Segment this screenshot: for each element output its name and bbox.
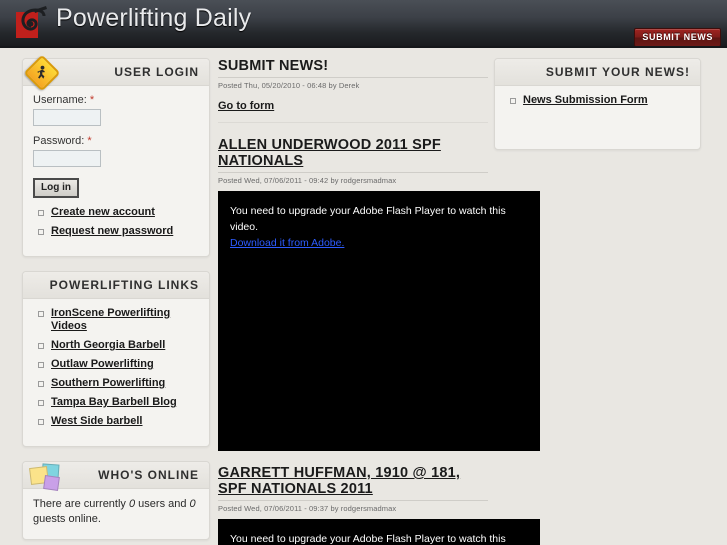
- list-item: Outlaw Powerlifting: [37, 358, 199, 377]
- powerlifting-links-list: IronScene Powerlifting Videos North Geor…: [33, 307, 199, 434]
- submit-news-button[interactable]: SUBMIT NEWS: [634, 28, 721, 46]
- sticky-notes-icon: [29, 463, 63, 493]
- link-outlaw-powerlifting[interactable]: Outlaw Powerlifting: [51, 358, 154, 370]
- download-flash-link[interactable]: Download it from Adobe.: [230, 237, 344, 249]
- username-label: Username: *: [33, 94, 199, 106]
- flash-upgrade-message: You need to upgrade your Adobe Flash Pla…: [230, 533, 506, 545]
- list-item: Southern Powerlifting: [37, 377, 199, 396]
- flash-video-placeholder[interactable]: You need to upgrade your Adobe Flash Pla…: [218, 191, 540, 451]
- link-west-side-barbell[interactable]: West Side barbell: [51, 415, 143, 427]
- article-title[interactable]: ALLEN UNDERWOOD 2011 SPF NATIONALS: [218, 137, 488, 173]
- required-asterisk: *: [87, 135, 92, 147]
- password-label: Password: *: [33, 135, 199, 147]
- submit-news-links-list: News Submission Form: [505, 94, 690, 113]
- request-new-password-link[interactable]: Request new password: [51, 225, 173, 237]
- article-title[interactable]: SUBMIT NEWS!: [218, 58, 488, 78]
- whos-online-status: There are currently 0 users and 0 guests…: [33, 497, 199, 527]
- login-links-list: Create new account Request new password: [33, 206, 199, 244]
- online-text-after: guests online.: [33, 513, 101, 525]
- create-new-account-link[interactable]: Create new account: [51, 206, 155, 218]
- password-input[interactable]: [33, 150, 101, 167]
- whos-online-block: WHO'S ONLINE There are currently 0 users…: [22, 461, 210, 540]
- go-to-form-link[interactable]: Go to form: [218, 100, 274, 112]
- username-input[interactable]: [33, 109, 101, 126]
- link-north-georgia-barbell[interactable]: North Georgia Barbell: [51, 339, 165, 351]
- submit-your-news-title: SUBMIT YOUR NEWS!: [495, 59, 700, 86]
- site-header: Powerlifting Daily SUBMIT NEWS: [0, 0, 727, 48]
- required-asterisk: *: [89, 94, 95, 106]
- article-allen-underwood: ALLEN UNDERWOOD 2011 SPF NATIONALS Poste…: [218, 137, 540, 451]
- powerlifting-links-block: POWERLIFTING LINKS IronScene Powerliftin…: [22, 271, 210, 447]
- password-row: Password: *: [33, 135, 199, 167]
- article-divider: [218, 122, 488, 123]
- list-item: North Georgia Barbell: [37, 339, 199, 358]
- news-submission-form-link[interactable]: News Submission Form: [523, 94, 648, 106]
- username-label-text: Username:: [33, 94, 87, 106]
- link-southern-powerlifting[interactable]: Southern Powerlifting: [51, 377, 165, 389]
- list-item: IronScene Powerlifting Videos: [37, 307, 199, 339]
- online-text-before: There are currently: [33, 498, 129, 510]
- username-row: Username: *: [33, 94, 199, 126]
- sidebar-left: USER LOGIN Username: * Password: * Log i…: [22, 54, 210, 545]
- user-login-block: USER LOGIN Username: * Password: * Log i…: [22, 54, 210, 257]
- link-tampa-bay-barbell-blog[interactable]: Tampa Bay Barbell Blog: [51, 396, 177, 408]
- list-item: Create new account: [37, 206, 199, 225]
- list-item: Request new password: [37, 225, 199, 244]
- list-item: Tampa Bay Barbell Blog: [37, 396, 199, 415]
- page-body: USER LOGIN Username: * Password: * Log i…: [0, 48, 727, 545]
- flash-video-placeholder[interactable]: You need to upgrade your Adobe Flash Pla…: [218, 519, 540, 545]
- flash-upgrade-message: You need to upgrade your Adobe Flash Pla…: [230, 205, 506, 233]
- article-submit-news: SUBMIT NEWS! Posted Thu, 05/20/2010 - 06…: [218, 58, 488, 123]
- list-item: News Submission Form: [509, 94, 690, 113]
- page-title: Powerlifting Daily: [56, 4, 252, 32]
- article-title[interactable]: GARRETT HUFFMAN, 1910 @ 181, SPF NATIONA…: [218, 465, 488, 501]
- log-in-button[interactable]: Log in: [33, 178, 79, 198]
- article-meta: Posted Wed, 07/06/2011 - 09:37 by rodger…: [218, 504, 397, 513]
- link-ironscene-powerlifting-videos[interactable]: IronScene Powerlifting Videos: [51, 307, 170, 332]
- list-item: West Side barbell: [37, 415, 199, 434]
- online-guests-count: 0: [189, 498, 196, 510]
- powerlifting-links-title: POWERLIFTING LINKS: [23, 272, 209, 299]
- sidebar-right: SUBMIT YOUR NEWS! News Submission Form: [494, 58, 701, 164]
- article-meta: Posted Thu, 05/20/2010 - 06:48 by Derek: [218, 81, 360, 90]
- pedestrian-sign-icon: [23, 54, 61, 92]
- online-text-middle: users and: [135, 498, 190, 510]
- article-garrett-huffman: GARRETT HUFFMAN, 1910 @ 181, SPF NATIONA…: [218, 465, 540, 545]
- password-label-text: Password:: [33, 135, 85, 147]
- spiral-logo-icon[interactable]: [10, 2, 54, 46]
- article-meta: Posted Wed, 07/06/2011 - 09:42 by rodger…: [218, 176, 397, 185]
- main-content: SUBMIT NEWS! Posted Thu, 05/20/2010 - 06…: [218, 58, 540, 545]
- submit-your-news-block: SUBMIT YOUR NEWS! News Submission Form: [494, 58, 701, 150]
